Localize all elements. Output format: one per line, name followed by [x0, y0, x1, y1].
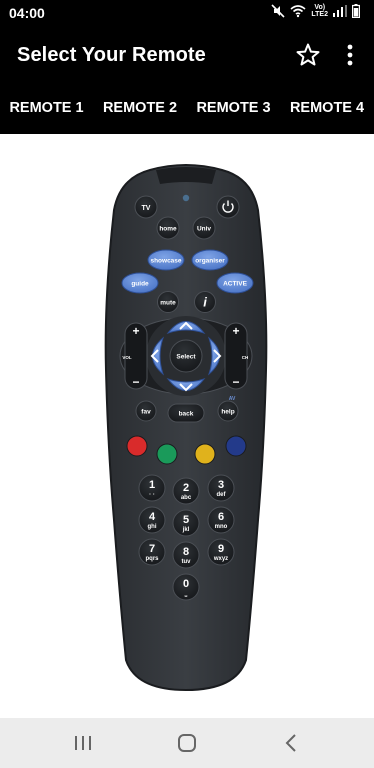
key-2[interactable]: 2 abc	[172, 477, 200, 505]
univ-label: Univ	[197, 226, 211, 233]
yellow-button[interactable]	[194, 443, 216, 465]
more-options-icon[interactable]	[343, 42, 357, 68]
vol-label: VOL	[122, 355, 132, 360]
key-3-letters: def	[217, 492, 227, 498]
remote-area: TV home Univ showcase organiser guide AC…	[0, 134, 374, 718]
app-screen: 04:00 Vo) LTE2 Select Your Remote REMOTE…	[0, 0, 374, 768]
key-4[interactable]: 4 ghi	[138, 506, 166, 534]
key-3[interactable]: 3 def	[207, 474, 235, 502]
active-button[interactable]: ACTIVE	[216, 272, 254, 294]
tv-button[interactable]: TV	[134, 195, 158, 219]
back-label: back	[179, 411, 194, 418]
volume-rocker: + VOL −	[122, 322, 148, 390]
key-0-letters: ⎵	[184, 591, 188, 597]
mute-icon	[271, 4, 285, 18]
key-2-digit: 2	[183, 482, 189, 494]
guide-button[interactable]: guide	[121, 272, 159, 294]
active-label: ACTIVE	[223, 281, 248, 288]
blue-button[interactable]	[225, 435, 247, 457]
av-label: AV	[229, 396, 236, 402]
key-1-letters: · ·	[149, 492, 155, 498]
app-bar: Select Your Remote	[0, 28, 374, 84]
red-button[interactable]	[126, 435, 148, 457]
signal-icon	[333, 5, 347, 17]
recent-apps-icon[interactable]	[68, 730, 98, 756]
ir-window	[156, 167, 216, 184]
wifi-icon	[290, 5, 306, 18]
tab-remote-2[interactable]: REMOTE 2	[93, 84, 187, 134]
showcase-button[interactable]: showcase	[147, 249, 185, 271]
key-0[interactable]: 0 ⎵	[172, 573, 200, 601]
select-button[interactable]: Select	[169, 339, 203, 373]
key-9[interactable]: 9 wxyz	[207, 538, 235, 566]
back-nav-icon[interactable]	[277, 730, 307, 756]
key-6-digit: 6	[218, 511, 224, 523]
key-1-digit: 1	[149, 479, 155, 491]
tab-remote-3[interactable]: REMOTE 3	[187, 84, 280, 134]
tab-remote-4[interactable]: REMOTE 4	[280, 84, 374, 134]
favorite-star-icon[interactable]	[295, 42, 321, 68]
key-6-letters: mno	[215, 524, 228, 530]
led-indicator	[182, 194, 190, 202]
key-5[interactable]: 5 jkl	[172, 509, 200, 537]
back-button[interactable]: back	[167, 403, 205, 423]
organiser-label: organiser	[195, 258, 225, 265]
vol-plus-label[interactable]: +	[132, 324, 139, 338]
help-button[interactable]: help	[217, 400, 239, 422]
fav-button[interactable]: fav	[135, 400, 157, 422]
key-1[interactable]: 1 · ·	[138, 474, 166, 502]
info-button[interactable]: i	[194, 291, 216, 313]
home-nav-icon[interactable]	[172, 730, 202, 756]
ch-minus-label[interactable]: −	[232, 375, 239, 389]
status-time: 04:00	[9, 5, 45, 21]
organiser-button[interactable]: organiser	[191, 249, 229, 271]
status-bar: 04:00 Vo) LTE2	[0, 0, 374, 28]
key-7-digit: 7	[149, 543, 155, 555]
network-type: Vo) LTE2	[311, 4, 328, 18]
key-4-digit: 4	[149, 511, 156, 523]
key-8-letters: tuv	[182, 559, 192, 565]
guide-label: guide	[131, 281, 149, 288]
select-label: Select	[176, 354, 196, 361]
power-button[interactable]	[216, 195, 240, 219]
key-7[interactable]: 7 pqrs	[138, 538, 166, 566]
showcase-label: showcase	[150, 258, 181, 265]
remote-control: TV home Univ showcase organiser guide AC…	[104, 164, 268, 692]
key-9-letters: wxyz	[213, 556, 228, 562]
key-8-digit: 8	[183, 546, 189, 558]
mute-label: mute	[160, 300, 176, 307]
key-9-digit: 9	[218, 543, 224, 555]
battery-icon	[352, 4, 360, 18]
tv-label: TV	[142, 205, 151, 212]
key-2-letters: abc	[181, 495, 192, 501]
green-button[interactable]	[156, 443, 178, 465]
network-label-top: Vo)	[314, 4, 326, 11]
key-4-letters: ghi	[148, 524, 157, 530]
fav-label: fav	[141, 409, 151, 416]
vol-minus-label[interactable]: −	[132, 375, 139, 389]
univ-button[interactable]: Univ	[192, 216, 216, 240]
key-5-letters: jkl	[182, 527, 190, 533]
mute-button[interactable]: mute	[157, 291, 179, 313]
remote-body	[104, 164, 268, 692]
tab-remote-1[interactable]: REMOTE 1	[0, 84, 93, 134]
help-label: help	[221, 409, 234, 416]
page-title: Select Your Remote	[17, 44, 206, 66]
ch-plus-label[interactable]: +	[232, 324, 239, 338]
key-0-digit: 0	[183, 578, 189, 590]
remote-tabs: REMOTE 1 REMOTE 2 REMOTE 3 REMOTE 4	[0, 84, 374, 134]
key-3-digit: 3	[218, 479, 224, 491]
status-icons: Vo) LTE2	[271, 4, 360, 18]
channel-rocker: + CH −	[224, 322, 249, 390]
key-6[interactable]: 6 mno	[207, 506, 235, 534]
key-5-digit: 5	[183, 514, 189, 526]
system-nav-bar	[0, 718, 374, 768]
info-label: i	[203, 295, 207, 310]
home-label: home	[159, 226, 177, 233]
network-label-bottom: LTE2	[311, 11, 328, 18]
ch-label: CH	[242, 355, 249, 360]
key-7-letters: pqrs	[145, 556, 159, 562]
key-8[interactable]: 8 tuv	[172, 541, 200, 569]
home-button[interactable]: home	[156, 216, 180, 240]
